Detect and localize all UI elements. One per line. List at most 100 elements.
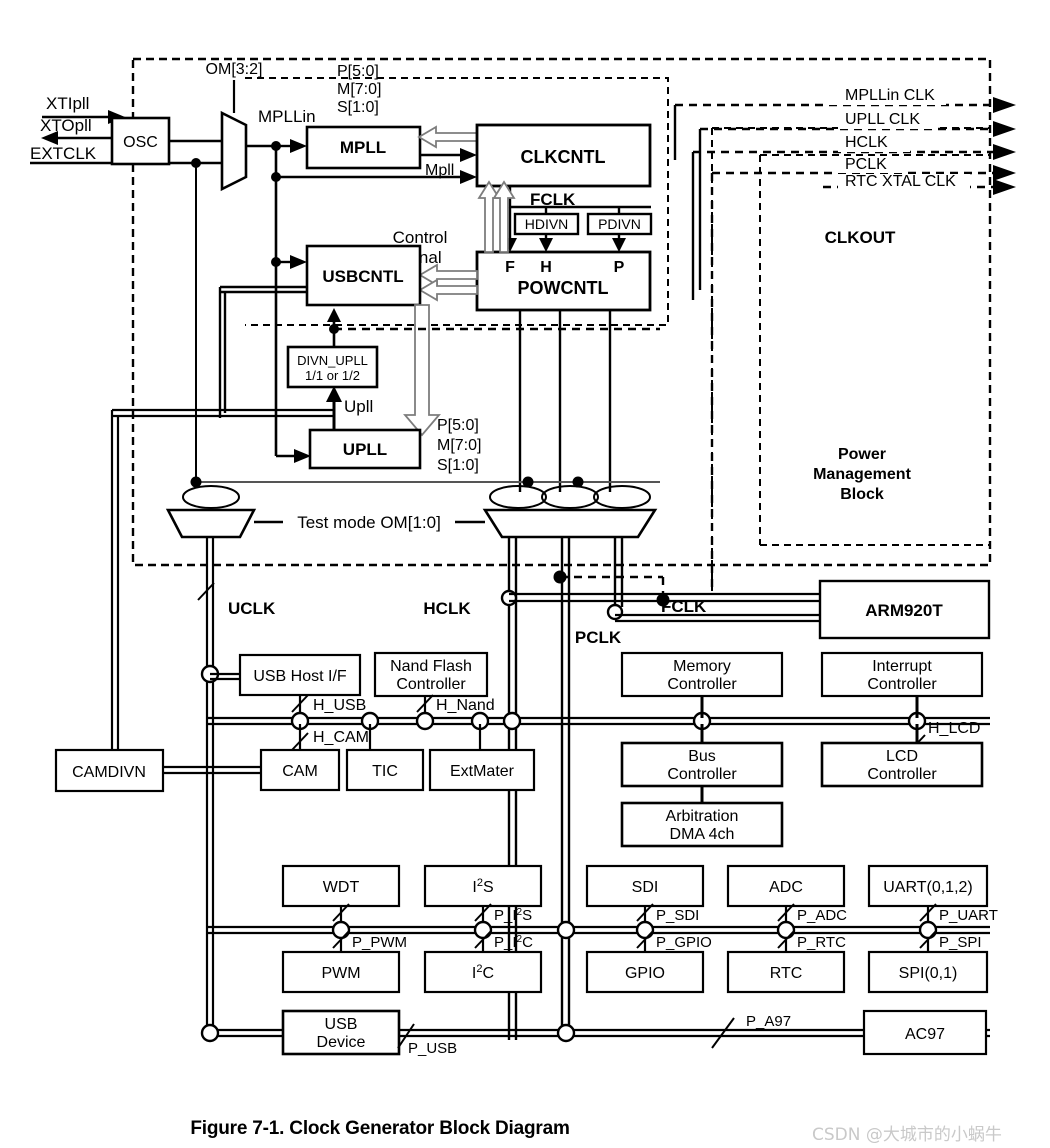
node-spi [918,920,938,940]
block-pdivn-label: PDIVN [598,216,641,232]
label-h-nand: H_Nand [436,697,495,714]
block-usb-host-label: USB Host I/F [253,668,347,685]
block-mpll-label: MPLL [340,138,386,157]
label-control: Control [393,228,448,247]
block-gpio-label: GPIO [625,965,665,982]
block-clkcntl-label: CLKCNTL [521,147,606,167]
label-mpllin: MPLLin [258,107,316,126]
label-pmb-2: Management [813,466,911,483]
block-rtc-label: RTC [770,965,803,982]
block-adc-label: ADC [769,879,803,896]
label-fclk: FCLK [661,597,707,616]
label-xtopll: XTOpll [40,116,92,135]
block-nand-label2: Controller [396,676,466,693]
label-extclk: EXTCLK [30,144,97,163]
junction-uclk-mux [190,476,202,488]
label-uclk: UCLK [228,599,276,618]
uclk-mux [165,508,257,539]
input-mux [220,110,248,192]
label-clkout-1: UPLL CLK [845,111,920,128]
block-arm920t-label: ARM920T [865,601,943,620]
block-ac97-label: AC97 [905,1026,945,1043]
label-h-usb: H_USB [313,697,366,714]
block-pwm-label: PWM [321,965,360,982]
label-upll-out: Upll [344,397,373,416]
label-clkout: CLKOUT [825,228,896,247]
block-spi-label: SPI(0,1) [899,965,958,982]
label-p-sdi: P_SDI [656,907,699,924]
label-mpll-p: P[5:0] [337,63,379,80]
block-divn-upll-label2: 1/1 or 1/2 [305,368,360,383]
block-interrupt-label2: Controller [867,676,937,693]
node-i2c [473,920,493,940]
label-p-pwm: P_PWM [352,934,407,951]
label-clkout-3: PCLK [845,156,887,173]
node-rtc [776,920,796,940]
block-sdi-label: SDI [632,879,659,896]
block-arbitration-label2: DMA 4ch [670,826,735,843]
label-p-adc: P_ADC [797,907,847,924]
label-xtipll: XTIpll [46,94,89,113]
block-osc-label: OSC [123,134,158,151]
block-tic-label: TIC [372,763,398,780]
label-upll-s: S[1:0] [437,457,479,474]
label-p-i2c: P_I2C [494,934,533,952]
block-hdivn-label: HDIVN [525,216,569,232]
node-gpio [635,920,655,940]
figure-page: XTIpll XTOpll EXTCLK OSC OM[3:2] MPLLin … [0,0,1050,1148]
label-p-i2s: P_I2S [494,907,532,925]
label-f-pin: F [505,259,515,276]
block-i2s-label: I2S [472,877,493,896]
system-clock-mux [482,508,658,539]
figure-caption: Figure 7-1. Clock Generator Block Diagra… [190,1118,570,1139]
label-mpll-s: S[1:0] [337,99,379,116]
block-lcd-label1: LCD [886,748,918,765]
block-nand-label1: Nand Flash [390,658,472,675]
label-mpll-out: Mpll [425,162,454,179]
label-pmb-1: Power [838,446,886,463]
label-p-a97: P_A97 [746,1013,791,1030]
label-om32: OM[3:2] [206,61,263,78]
block-bus-label2: Controller [667,766,737,783]
block-wdt-label: WDT [323,879,360,896]
label-clkout-2: HCLK [845,134,888,151]
node-pwm [331,920,351,940]
label-p-pin: P [614,259,625,276]
node-h-nand [415,711,435,731]
label-mpll-m: M[7:0] [337,81,381,98]
block-uart-label: UART(0,1,2) [883,879,973,896]
block-arbitration-label1: Arbitration [666,808,739,825]
node-usb-device [200,1023,220,1043]
clock-generator-block-diagram: XTIpll XTOpll EXTCLK OSC OM[3:2] MPLLin … [0,0,1050,1148]
block-powcntl-label: POWCNTL [518,278,609,298]
block-usb-device-label2: Device [317,1034,366,1051]
label-h-pin: H [540,259,552,276]
label-test-mode: Test mode OM[1:0] [297,513,441,532]
label-hclk: HCLK [423,599,471,618]
node-ac97-bus [556,1023,576,1043]
block-usb-device-label1: USB [325,1016,358,1033]
apb-bottom-blocks: PWM I2C GPIO RTC SPI(0,1) [281,950,989,994]
apb-top-blocks: WDT I2S SDI ADC UART(0,1,2) [281,864,989,908]
block-cam-label: CAM [282,763,318,780]
label-p-rtc: P_RTC [797,934,846,951]
block-i2c-label: I2C [472,963,494,982]
block-interrupt-label1: Interrupt [872,658,932,675]
block-usbcntl-label: USBCNTL [322,267,403,286]
label-h-cam: H_CAM [313,729,369,746]
block-bus-label1: Bus [688,748,716,765]
block-upll-label: UPLL [343,440,387,459]
node-pclk-apb [556,920,576,940]
block-memory-label2: Controller [667,676,737,693]
label-p-usb: P_USB [408,1040,457,1057]
block-memory-label1: Memory [673,658,731,675]
label-upll-s-m: M[7:0] [437,437,481,454]
block-divn-upll-label1: DIVN_UPLL [297,353,368,368]
label-clkout-0: MPLLin CLK [845,87,935,104]
label-pmb-3: Block [840,486,884,503]
label-p-spi: P_SPI [939,934,982,951]
block-extmater-label: ExtMater [450,763,515,780]
block-lcd-label2: Controller [867,766,937,783]
block-camdivn-label: CAMDIVN [72,764,146,781]
label-p-gpio: P_GPIO [656,934,712,951]
